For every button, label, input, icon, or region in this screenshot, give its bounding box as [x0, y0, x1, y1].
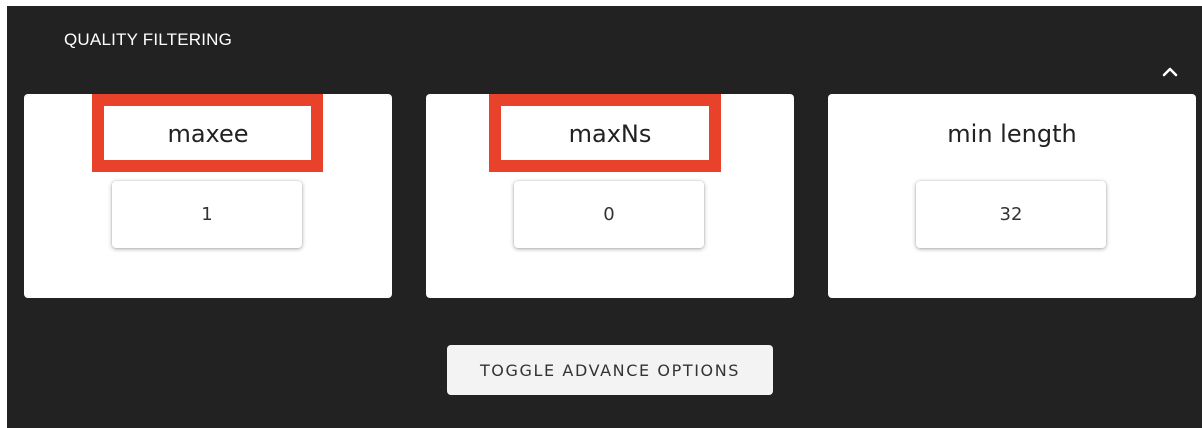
section-title: QUALITY FILTERING — [64, 30, 233, 49]
maxns-card: maxNs — [426, 94, 794, 298]
maxee-label: maxee — [167, 120, 249, 148]
toggle-advance-options-button[interactable]: TOGGLE ADVANCE OPTIONS — [447, 345, 773, 395]
chevron-up-icon[interactable] — [1158, 60, 1182, 84]
min-length-card: min length — [828, 94, 1196, 298]
min-length-input[interactable] — [916, 181, 1106, 248]
maxee-input[interactable] — [112, 181, 302, 248]
min-length-label: min length — [947, 120, 1077, 148]
maxee-card: maxee — [24, 94, 392, 298]
maxns-label: maxNs — [568, 120, 652, 148]
maxns-input[interactable] — [514, 181, 704, 248]
